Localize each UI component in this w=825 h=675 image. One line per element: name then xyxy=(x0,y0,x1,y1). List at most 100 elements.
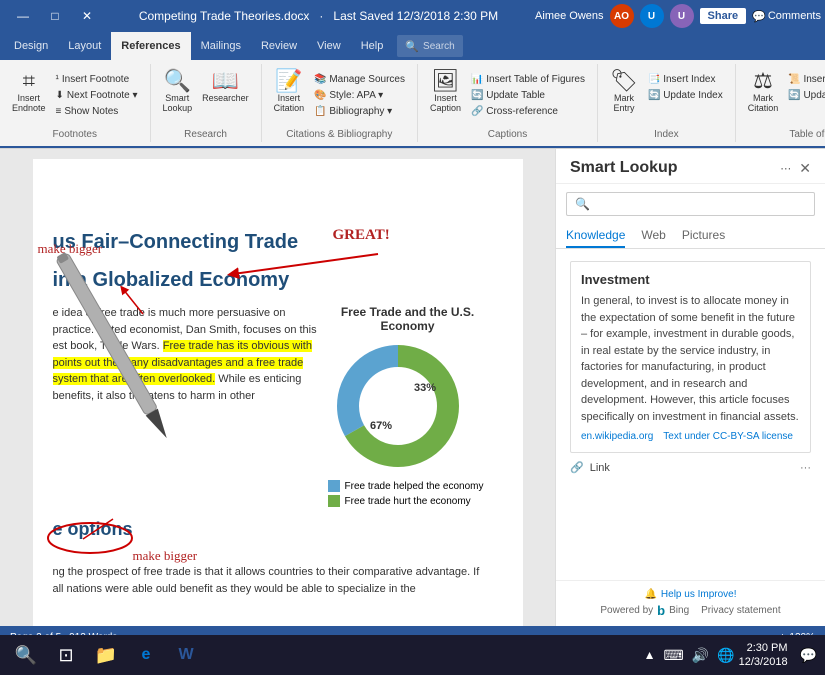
bing-text: Bing xyxy=(669,605,689,616)
sl-link-row[interactable]: 🔗 Link ··· xyxy=(570,461,811,474)
body-text-area: e idea of free trade is much more persua… xyxy=(53,305,318,507)
privacy-link[interactable]: Privacy statement xyxy=(701,605,780,616)
ribbon-tabs: Design Layout References Mailings Review… xyxy=(0,32,825,60)
smart-lookup-panel: Smart Lookup ⋯ ✕ 🔍 Knowledge Web Picture… xyxy=(555,149,825,626)
tab-design[interactable]: Design xyxy=(4,32,58,60)
insert-endnote-button[interactable]: ⌗ Insert Endnote xyxy=(8,68,50,115)
update-table-captions-button[interactable]: 🔄 Update Table xyxy=(467,88,589,103)
edge-button[interactable]: e xyxy=(128,637,164,673)
filename: Competing Trade Theories.docx xyxy=(139,9,310,23)
search-ribbon[interactable]: Search xyxy=(423,41,455,52)
donut-chart: 33% 67% xyxy=(328,341,468,471)
sl-search-box[interactable]: 🔍 xyxy=(566,192,815,216)
next-footnote-button[interactable]: ⬇ Next Footnote ▾ xyxy=(52,88,142,103)
update-authorities-button[interactable]: 🔄 Update Table xyxy=(784,88,825,103)
annotation-make-bigger-2: make bigger xyxy=(133,548,523,564)
taskbar-clock[interactable]: 2:30 PM 12/3/2018 xyxy=(739,641,796,670)
comments-button[interactable]: 💬 Comments xyxy=(752,10,821,23)
user-avatar-3: U xyxy=(670,4,694,28)
chart-title: Free Trade and the U.S. Economy xyxy=(328,305,488,333)
manage-sources-button[interactable]: 📚 Manage Sources xyxy=(310,72,409,87)
mark-entry-button[interactable]: 🏷 MarkEntry xyxy=(606,68,642,115)
tab-help[interactable]: Help xyxy=(351,32,394,60)
sl-help-text[interactable]: Help us Improve! xyxy=(661,589,737,600)
annotation-make-bigger-1: make bigger xyxy=(38,241,103,257)
legend-item-blue: Free trade helped the economy xyxy=(328,480,488,492)
citation-icon: 📝 xyxy=(275,70,302,92)
sl-card-title: Investment xyxy=(581,272,800,287)
search-icon-taskbar: 🔍 xyxy=(15,645,37,666)
sl-title: Smart Lookup xyxy=(570,159,678,177)
sl-header: Smart Lookup ⋯ ✕ xyxy=(556,149,825,184)
keyboard-icon[interactable]: ⌨ xyxy=(664,647,684,664)
mark-citation-button[interactable]: ⚖ MarkCitation xyxy=(744,68,783,115)
notification-icon[interactable]: 💬 xyxy=(800,647,817,664)
share-button[interactable]: Share xyxy=(700,8,747,24)
maximize-button[interactable]: □ xyxy=(40,6,70,26)
insert-caption-button[interactable]: 🖼 InsertCaption xyxy=(426,68,465,115)
sl-investment-card: Investment In general, to invest is to a… xyxy=(570,261,811,453)
sl-help-row: 🔔 Help us Improve! xyxy=(570,589,811,600)
sl-tabs: Knowledge Web Pictures xyxy=(556,224,825,249)
bing-logo: b xyxy=(657,603,665,618)
mark-citation-icon: ⚖ xyxy=(753,70,773,92)
options-section: e options make bigger ng the prospect of… xyxy=(53,519,488,597)
citations-group: 📝 InsertCitation 📚 Manage Sources 🎨 Styl… xyxy=(262,64,418,142)
sl-close-button[interactable]: ✕ xyxy=(799,160,811,177)
authorities-label: Table of Authorities xyxy=(789,129,825,140)
minimize-button[interactable]: — xyxy=(8,6,38,26)
bibliography-button[interactable]: 📋 Bibliography ▾ xyxy=(310,104,409,119)
index-group: 🏷 MarkEntry 📑 Insert Index 🔄 Update Inde… xyxy=(598,64,736,142)
insert-footnote-button[interactable]: ¹ Insert Footnote xyxy=(52,72,142,87)
index-label: Index xyxy=(654,129,678,140)
sl-tab-web[interactable]: Web xyxy=(641,224,665,248)
ribbon: Design Layout References Mailings Review… xyxy=(0,32,825,149)
legend-label-hurt: Free trade hurt the economy xyxy=(345,496,471,507)
title-line2: in a Globalized Economy xyxy=(53,267,488,293)
mark-icon: 🏷 xyxy=(610,70,638,92)
cross-reference-button[interactable]: 🔗 Cross-reference xyxy=(467,104,589,119)
task-view-button[interactable]: ⊡ xyxy=(48,637,84,673)
up-arrow-icon[interactable]: ▲ xyxy=(644,648,656,662)
smart-lookup-button[interactable]: 🔍 SmartLookup xyxy=(159,68,197,115)
tab-review[interactable]: Review xyxy=(251,32,307,60)
search-button-taskbar[interactable]: 🔍 xyxy=(8,637,44,673)
network-icon[interactable]: 🌐 xyxy=(717,647,734,664)
document-page: us Fair–Connecting Trade in a Globalized… xyxy=(33,159,523,626)
legend-item-green: Free trade hurt the economy xyxy=(328,495,488,507)
show-notes-button[interactable]: ≡ Show Notes xyxy=(52,104,142,119)
tab-view[interactable]: View xyxy=(307,32,351,60)
sl-content: Investment In general, to invest is to a… xyxy=(556,249,825,580)
insert-citation-button[interactable]: 📝 InsertCitation xyxy=(270,68,309,115)
insert-index-button[interactable]: 📑 Insert Index xyxy=(644,72,727,87)
svg-text:67%: 67% xyxy=(370,420,392,432)
insert-authorities-button[interactable]: 📜 Insert Table of Authorities xyxy=(784,72,825,87)
sl-link-dots[interactable]: ··· xyxy=(800,462,811,474)
close-button[interactable]: ✕ xyxy=(72,6,102,26)
sl-search-icon: 🔍 xyxy=(575,197,590,211)
sl-options-icon[interactable]: ⋯ xyxy=(780,162,791,175)
insert-table-figures-button[interactable]: 📊 Insert Table of Figures xyxy=(467,72,589,87)
sl-tab-pictures[interactable]: Pictures xyxy=(682,224,725,248)
update-index-button[interactable]: 🔄 Update Index xyxy=(644,88,727,103)
word-button[interactable]: W xyxy=(168,637,204,673)
sl-wiki-link[interactable]: en.wikipedia.org xyxy=(581,431,653,442)
sl-tab-knowledge[interactable]: Knowledge xyxy=(566,224,625,248)
tab-references[interactable]: References xyxy=(111,32,190,60)
file-explorer-button[interactable]: 📁 xyxy=(88,637,124,673)
researcher-button[interactable]: 📖 Researcher xyxy=(198,68,253,105)
speaker-icon[interactable]: 🔊 xyxy=(692,647,709,664)
sl-search-input[interactable] xyxy=(595,198,806,210)
powered-by-text: Powered by xyxy=(600,605,653,616)
style-button[interactable]: 🎨 Style: APA ▾ xyxy=(310,88,409,103)
sl-license-link[interactable]: Text under CC-BY-SA license xyxy=(663,431,793,442)
tab-mailings[interactable]: Mailings xyxy=(191,32,251,60)
top-bar-left: — □ ✕ xyxy=(0,6,102,26)
tab-layout[interactable]: Layout xyxy=(58,32,111,60)
researcher-icon: 📖 xyxy=(212,70,239,92)
clock-time: 2:30 PM xyxy=(739,641,788,655)
sl-card-links: en.wikipedia.org Text under CC-BY-SA lic… xyxy=(581,431,800,442)
legend-color-green xyxy=(328,495,340,507)
top-bar: — □ ✕ Competing Trade Theories.docx · La… xyxy=(0,0,825,32)
title-line1: us Fair–Connecting Trade xyxy=(53,229,488,255)
